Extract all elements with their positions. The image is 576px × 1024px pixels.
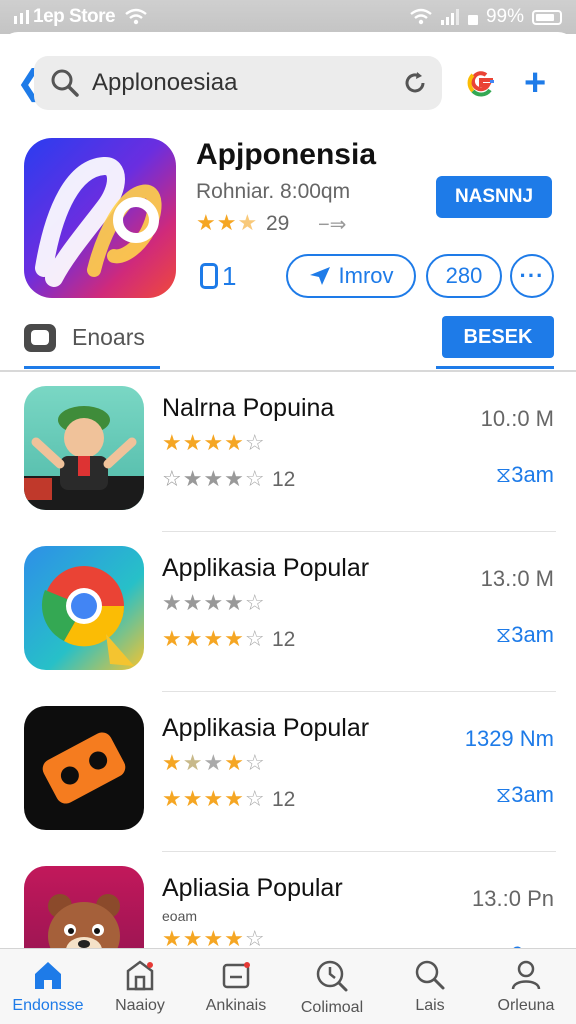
character-app-icon <box>24 386 144 510</box>
featured-pill-left[interactable]: 1 <box>200 254 236 298</box>
app-size: 1329 Nm <box>464 726 554 751</box>
app-time: ⧖3am <box>496 622 554 648</box>
rating-stars-secondary: ★★★★☆ <box>162 786 266 811</box>
nav-label: Lais <box>415 997 445 1014</box>
battery-icon <box>532 9 562 25</box>
nav-label: Ankinais <box>205 997 267 1014</box>
home-icon <box>35 962 61 989</box>
add-icon[interactable]: + <box>524 64 546 102</box>
search-icon <box>51 69 79 97</box>
improv-button[interactable]: Imrov <box>286 254 416 298</box>
signal-bars-icon <box>14 10 29 24</box>
dice-icon <box>42 732 126 804</box>
battery-percent: 99% <box>485 6 524 27</box>
rating-stars: ★★★★☆ <box>162 750 266 775</box>
rating-stars-secondary: ☆★★★☆ <box>162 466 266 491</box>
featured-logo-icon <box>35 157 162 287</box>
search-bar[interactable] <box>34 56 442 110</box>
app-name: Apliasia Popular <box>162 874 343 902</box>
nav-label: Colimoal <box>300 999 364 1016</box>
dice-app-icon <box>24 706 144 830</box>
bottom-nav: Endonsse Naaioy Ankinais Colimoal Lais O… <box>0 948 576 1024</box>
tab-label[interactable]: Enoars <box>72 324 145 351</box>
count-pill-value: 280 <box>445 263 483 288</box>
app-time-value: 3am <box>511 622 554 647</box>
nav-item-store[interactable]: Naaioy <box>92 959 188 1023</box>
store-icon <box>126 960 154 991</box>
count-pill[interactable]: 280 <box>426 254 502 298</box>
more-options-button[interactable]: ··· <box>510 254 554 298</box>
featured-rating-stars: ★★★ <box>196 210 259 235</box>
nav-label: Naaioy <box>115 997 165 1014</box>
status-bar: 1ep Store 99% <box>0 0 576 34</box>
app-size: 10.:0 M <box>480 406 554 431</box>
store-sheet: ❮ + Apjponensia Rohniar. 8:00qm <box>0 32 576 1024</box>
rating-stars: ★★★★☆ <box>162 590 266 615</box>
app-name: Applikasia Popular <box>162 714 370 742</box>
nav-label: Orleuna <box>497 997 555 1014</box>
rating-count: 12 <box>272 788 296 811</box>
send-icon <box>309 267 330 285</box>
besek-underline <box>436 366 554 369</box>
hourglass-icon: ⧖ <box>495 782 512 807</box>
featured-app-subtitle: Rohniar. 8:00qm <box>196 180 351 203</box>
clock-search-icon <box>316 960 348 992</box>
app-time: ⧖3am <box>496 782 554 808</box>
nav-label: Endonsse <box>12 997 84 1014</box>
rating-stars-secondary: ★★★★☆ <box>162 626 266 651</box>
app-time-value: 3am <box>511 782 554 807</box>
carrier-label: 1ep Store <box>33 6 116 27</box>
nav-item-home[interactable]: Endonsse <box>0 959 96 1023</box>
google-icon[interactable] <box>464 66 498 100</box>
character-icon <box>24 406 144 510</box>
featured-app-icon[interactable] <box>24 138 176 298</box>
chrome-app-icon <box>24 546 144 670</box>
more-dots-icon: ··· <box>519 263 545 288</box>
list-item[interactable]: Applikasia Popular ★★★★☆ ★★★★☆ 12 13.:0 … <box>0 532 576 692</box>
hourglass-icon: ⧖ <box>495 462 512 487</box>
folder-icon <box>24 324 56 352</box>
reload-icon[interactable] <box>402 70 428 96</box>
wifi-icon-right <box>410 8 432 25</box>
install-button[interactable]: NASNNJ <box>436 176 552 218</box>
app-size: 13.:0 M <box>480 566 554 591</box>
hourglass-icon: ⧖ <box>495 622 512 647</box>
wifi-icon <box>125 8 147 25</box>
besek-button[interactable]: BESEK <box>442 316 554 358</box>
rating-count: 12 <box>272 468 296 491</box>
list-item[interactable]: Nalrna Popuina ★★★★☆ ☆★★★☆ 12 10.:0 M ⧖3… <box>0 372 576 532</box>
search-icon <box>415 960 445 990</box>
profile-icon <box>511 960 541 990</box>
rating-stars: ★★★★☆ <box>162 430 266 455</box>
apps-icon <box>222 962 250 989</box>
chrome-icon <box>41 566 134 666</box>
nav-item-apps[interactable]: Ankinais <box>188 959 284 1023</box>
lock-icon <box>467 15 478 25</box>
nav-item-profile[interactable]: Orleuna <box>478 959 574 1023</box>
more-arrow-icon: −⇒ <box>318 214 347 236</box>
app-name: Nalrna Popuina <box>162 394 335 422</box>
tab-underline <box>24 366 160 369</box>
cell-signal-icon <box>440 9 459 25</box>
improv-label: Imrov <box>338 263 394 288</box>
list-item[interactable]: Applikasia Popular ★★★★☆ ★★★★☆ 12 1329 N… <box>0 692 576 852</box>
app-time: ⧖3am <box>496 462 554 488</box>
nav-item-history[interactable]: Colimoal <box>284 959 380 1023</box>
app-name: Applikasia Popular <box>162 554 370 582</box>
featured-pill-left-value: 1 <box>222 260 237 291</box>
nav-item-search[interactable]: Lais <box>382 959 478 1023</box>
book-icon <box>200 263 218 289</box>
featured-app-title: Apjponensia <box>196 138 377 171</box>
rating-count: 12 <box>272 628 296 651</box>
featured-rating-count: 29 <box>266 212 290 235</box>
search-row: ❮ + <box>0 56 576 112</box>
app-time-value: 3am <box>511 462 554 487</box>
tab-row: Enoars BESEK <box>0 316 576 372</box>
app-size: 13.:0 Pn <box>472 886 554 911</box>
app-subtext: eoam <box>162 908 198 924</box>
search-input[interactable] <box>92 66 392 100</box>
